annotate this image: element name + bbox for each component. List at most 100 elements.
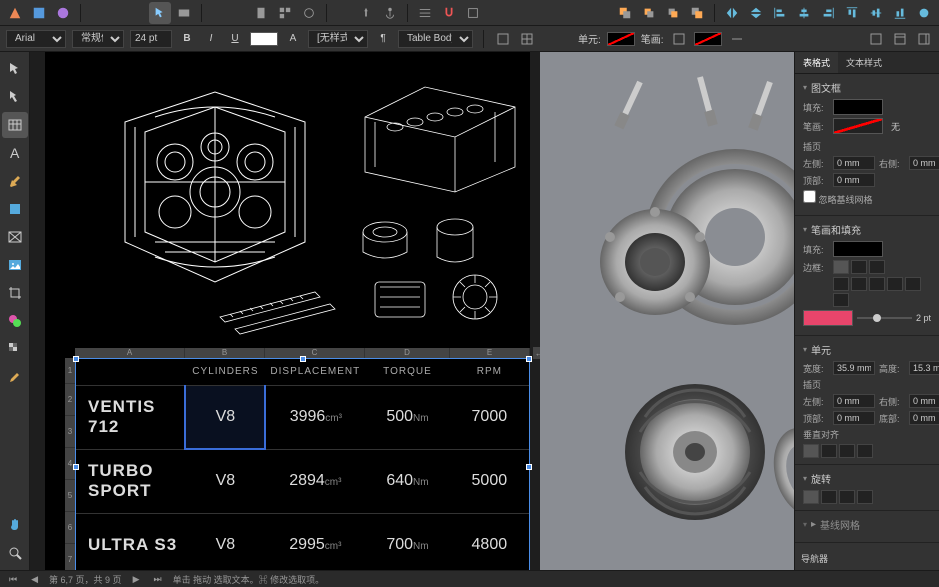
section-rotate[interactable]: 旋转 [803,471,931,486]
char-style-select[interactable]: [无样式] [308,30,368,48]
preflight-icon[interactable] [298,2,320,24]
arrange-forward-icon[interactable] [662,2,684,24]
stroke-width-slider[interactable] [857,317,912,319]
rotate-90-button[interactable] [821,490,837,504]
table-object[interactable]: CYLINDERS DISPLACEMENT TORQUE RPM VENTIS… [75,358,530,570]
select-tool-icon[interactable] [149,2,171,24]
hand-tool[interactable] [2,512,28,538]
valign-middle-button[interactable] [821,444,837,458]
cell-inset-top[interactable] [833,411,875,425]
page-next-button[interactable]: ▶ [130,574,143,585]
canvas-viewport[interactable]: A B C D E 1 2 3 4 5 6 7 ↔ ↕ [30,52,794,570]
para-style-icon[interactable]: ¶ [374,30,392,48]
frame-stroke-swatch[interactable] [833,118,883,134]
border-outer-button[interactable] [851,260,867,274]
border-left-button[interactable] [887,277,903,291]
persona-designer-icon[interactable] [28,2,50,24]
baseline-icon[interactable] [414,2,436,24]
section-text-frame[interactable]: 图文框 [803,80,931,95]
underline-button[interactable]: U [226,30,244,48]
align-left-icon[interactable] [769,2,791,24]
stroke-style-icon[interactable] [728,30,746,48]
cell-fill-swatch[interactable] [833,241,883,257]
align-center-icon[interactable] [793,2,815,24]
table-row[interactable]: TURBO SPORT V8 2894cm³ 640Nm 5000 [76,449,529,513]
persona-photo-icon[interactable] [52,2,74,24]
border-inner-button[interactable] [869,260,885,274]
snap-icon[interactable] [438,2,460,24]
align-right-icon[interactable] [817,2,839,24]
picture-frame-tool[interactable] [2,224,28,250]
cell-edit-icon[interactable] [494,30,512,48]
distribute-icon[interactable] [913,2,935,24]
resize-handle[interactable] [73,356,79,362]
panel-toggle-3-icon[interactable] [915,30,933,48]
resize-handle[interactable] [300,356,306,362]
border-right-button[interactable] [833,293,849,307]
pin-icon[interactable] [355,2,377,24]
stroke-color-swatch[interactable] [803,310,853,326]
stroke-color-swatch[interactable] [694,32,722,46]
zoom-tool[interactable] [2,540,28,566]
inset-top-input[interactable] [833,173,875,187]
section-stroke-fill[interactable]: 笔画和填充 [803,222,931,237]
stroke-border-icon[interactable] [670,30,688,48]
cell-inset-left[interactable] [833,394,875,408]
border-top-button[interactable] [833,277,849,291]
app-logo-icon[interactable] [4,2,26,24]
assets-icon[interactable] [274,2,296,24]
panel-toggle-2-icon[interactable] [891,30,909,48]
font-family-select[interactable]: Arial [6,30,66,48]
inset-left-input[interactable] [833,156,875,170]
align-bottom-icon[interactable] [889,2,911,24]
border-mid-v-button[interactable] [905,277,921,291]
rotate-270-button[interactable] [857,490,873,504]
page-last-button[interactable]: ⏭ [150,574,164,585]
image-tool[interactable] [2,252,28,278]
cell-inset-right[interactable] [909,394,939,408]
transparency-tool[interactable] [2,336,28,362]
inset-right-input[interactable] [909,156,939,170]
font-style-select[interactable]: 常规体 [72,30,124,48]
fill-tool[interactable] [2,308,28,334]
page-prev-button[interactable]: ◀ [28,574,41,585]
color-picker-tool[interactable] [2,364,28,390]
table-row[interactable]: ULTRA S3 V8 2995cm³ 700Nm 4800 [76,513,529,570]
selected-cell[interactable]: V8 [185,385,265,449]
table-tool[interactable] [2,112,28,138]
preview-icon[interactable] [173,2,195,24]
bold-button[interactable]: B [178,30,196,48]
flip-v-icon[interactable] [745,2,767,24]
document-icon[interactable] [250,2,272,24]
text-tool[interactable]: A [2,140,28,166]
valign-bottom-button[interactable] [839,444,855,458]
arrange-front-icon[interactable] [686,2,708,24]
clip-icon[interactable] [462,2,484,24]
panel-toggle-1-icon[interactable] [867,30,885,48]
flip-h-icon[interactable] [721,2,743,24]
cell-width-input[interactable] [833,361,875,375]
border-all-button[interactable] [833,260,849,274]
frame-fill-swatch[interactable] [833,99,883,115]
italic-button[interactable]: I [202,30,220,48]
text-color-swatch[interactable] [250,32,278,46]
align-top-icon[interactable] [841,2,863,24]
page-first-button[interactable]: ⏮ [6,574,20,585]
character-style-icon[interactable]: A [284,30,302,48]
valign-justify-button[interactable] [857,444,873,458]
shape-tool[interactable] [2,196,28,222]
cell-fill-swatch[interactable] [607,32,635,46]
border-bottom-button[interactable] [869,277,885,291]
arrange-backward-icon[interactable] [638,2,660,24]
tab-table-format[interactable]: 表格式 [795,52,838,73]
resize-handle[interactable] [526,464,532,470]
border-mid-h-button[interactable] [851,277,867,291]
anchor-icon[interactable] [379,2,401,24]
section-baseline-grid[interactable]: ▸ 基线网格 [803,517,931,532]
ignore-baseline-checkbox[interactable]: 忽略基线网格 [803,190,873,206]
table-row[interactable]: VENTIS 712 V8 3996cm³ 500Nm 7000 [76,385,529,449]
font-size-input[interactable] [130,30,172,48]
align-middle-icon[interactable] [865,2,887,24]
table-edit-icon[interactable] [518,30,536,48]
resize-handle[interactable] [526,356,532,362]
